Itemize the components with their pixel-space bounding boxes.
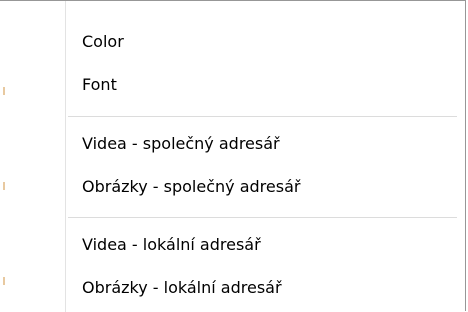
background-window-edge bbox=[3, 277, 5, 285]
menu-separator bbox=[68, 217, 457, 218]
menu-item-color[interactable]: Color bbox=[66, 24, 461, 60]
menu-item-videa-lokalni-adresar[interactable]: Videa - lokální adresář bbox=[66, 227, 461, 263]
menu-item-obrazky-lokalni-adresar[interactable]: Obrázky - lokální adresář bbox=[66, 270, 461, 306]
menu-item-videa-spolecny-adresar[interactable]: Videa - společný adresář bbox=[66, 126, 461, 162]
context-menu: Color Font Videa - společný adresář Obrá… bbox=[0, 0, 466, 312]
menu-item-obrazky-spolecny-adresar[interactable]: Obrázky - společný adresář bbox=[66, 169, 461, 205]
background-window-edge bbox=[3, 87, 5, 95]
background-window-edge bbox=[3, 182, 5, 190]
menu-separator bbox=[68, 116, 457, 117]
menu-item-font[interactable]: Font bbox=[66, 67, 461, 103]
